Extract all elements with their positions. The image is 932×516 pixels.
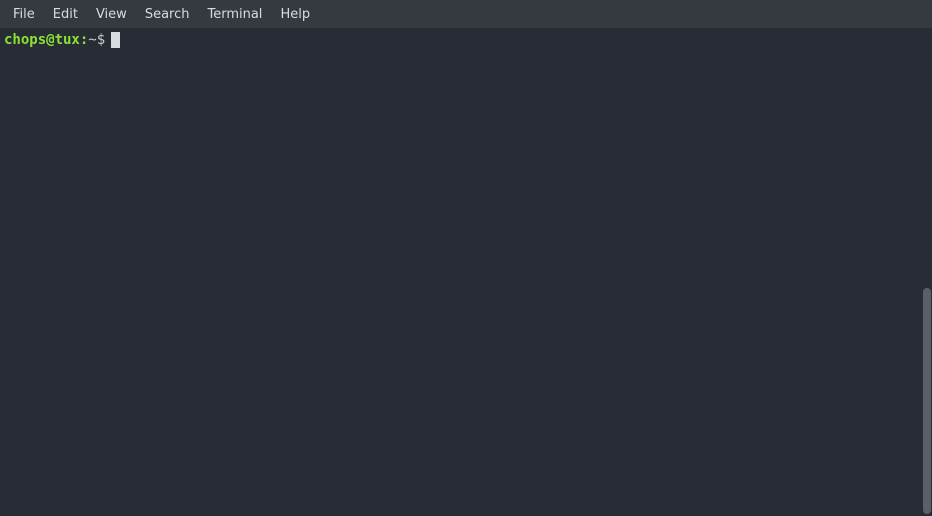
menu-terminal[interactable]: Terminal xyxy=(198,3,271,26)
menu-edit[interactable]: Edit xyxy=(44,3,87,26)
cursor-block-icon xyxy=(111,32,120,48)
menubar: File Edit View Search Terminal Help xyxy=(0,0,932,28)
terminal-area[interactable]: chops@tux:~$ xyxy=(0,28,932,516)
prompt-userhost: chops@tux: xyxy=(4,30,88,50)
menu-view[interactable]: View xyxy=(87,3,136,26)
menu-help[interactable]: Help xyxy=(271,3,319,26)
menu-search[interactable]: Search xyxy=(136,3,199,26)
menu-file[interactable]: File xyxy=(4,3,44,26)
prompt-line: chops@tux:~$ xyxy=(4,30,928,50)
scrollbar-thumb[interactable] xyxy=(923,288,931,514)
prompt-symbol: $ xyxy=(97,30,105,50)
prompt-path: ~ xyxy=(88,30,96,50)
scrollbar-track[interactable] xyxy=(920,28,932,516)
